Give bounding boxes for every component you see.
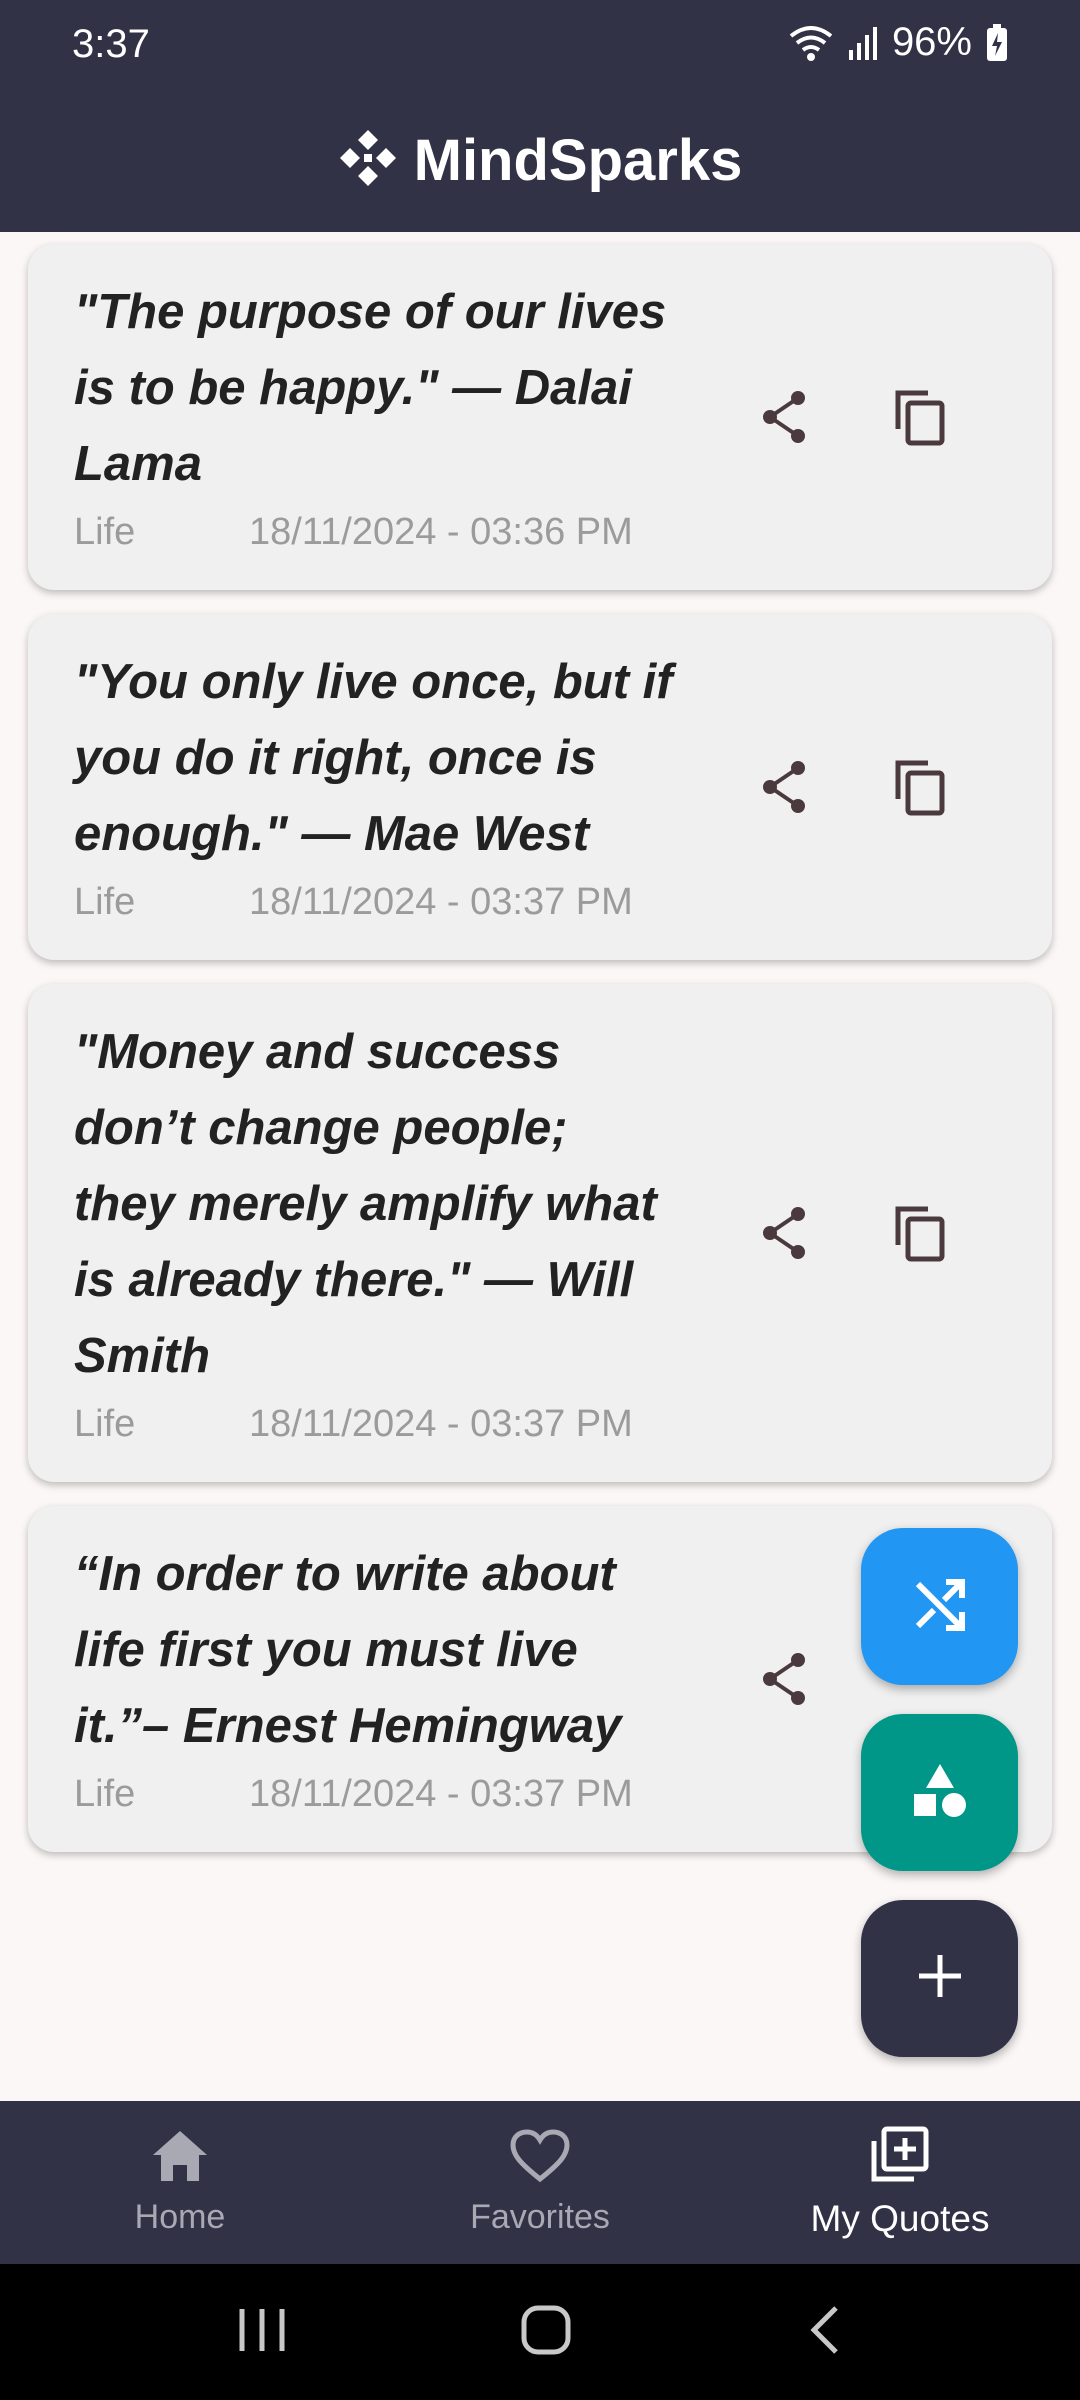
app-title: MindSparks (413, 127, 743, 193)
add-quote-button[interactable] (861, 1900, 1018, 2057)
nav-home[interactable]: Home (0, 2101, 360, 2264)
status-time: 3:37 (72, 22, 150, 66)
category-button[interactable] (861, 1714, 1018, 1871)
quote-timestamp: 18/11/2024 - 03:37 PM (249, 1773, 633, 1815)
quote-category: Life (74, 1403, 136, 1445)
system-nav-bar (0, 2264, 1080, 2400)
share-icon[interactable] (752, 1201, 816, 1265)
quote-card[interactable]: "Money and success don’t change people; … (28, 984, 1052, 1482)
quote-card[interactable]: "You only live once, but if you do it ri… (28, 614, 1052, 960)
quote-meta: Life 18/11/2024 - 03:37 PM (74, 1396, 1052, 1452)
nav-my-quotes[interactable]: My Quotes (720, 2101, 1080, 2264)
copy-icon[interactable] (888, 1201, 952, 1265)
quote-text: “In order to write about life first you … (74, 1547, 622, 1753)
status-icons: 96% (788, 20, 1008, 65)
home-button-icon[interactable] (520, 2304, 572, 2361)
copy-icon[interactable] (888, 385, 952, 449)
signal-icon (848, 26, 878, 60)
shapes-icon (910, 1760, 970, 1825)
nav-favorites-label: Favorites (470, 2197, 610, 2236)
app-bar: MindSparks (0, 88, 1080, 232)
status-bar: 3:37 96% (0, 0, 1080, 88)
share-icon[interactable] (752, 385, 816, 449)
share-icon[interactable] (752, 1647, 816, 1711)
add-box-icon (870, 2125, 930, 2192)
quote-text: "The purpose of our lives is to be happy… (74, 285, 667, 491)
quote-category: Life (74, 1773, 136, 1815)
quote-actions (752, 1201, 952, 1265)
nav-home-label: Home (134, 2197, 226, 2236)
quote-category: Life (74, 881, 136, 923)
bottom-nav: Home Favorites My Quotes (0, 2101, 1080, 2264)
plus-icon (915, 1951, 965, 2006)
recents-icon[interactable] (236, 2305, 288, 2360)
copy-icon[interactable] (888, 755, 952, 819)
quote-timestamp: 18/11/2024 - 03:36 PM (249, 511, 633, 553)
battery-charging-icon (986, 23, 1008, 62)
quote-meta: Life 18/11/2024 - 03:36 PM (74, 504, 1052, 560)
home-icon (151, 2129, 209, 2192)
nav-my-quotes-label: My Quotes (810, 2198, 990, 2239)
diamond-move-icon (338, 128, 398, 193)
quote-actions (752, 755, 952, 819)
quote-timestamp: 18/11/2024 - 03:37 PM (249, 1403, 633, 1445)
nav-favorites[interactable]: Favorites (360, 2101, 720, 2264)
quote-meta: Life 18/11/2024 - 03:37 PM (74, 874, 1052, 930)
wifi-icon (788, 24, 834, 62)
quote-actions (752, 385, 952, 449)
heart-icon (510, 2128, 570, 2192)
shuffle-icon (910, 1574, 970, 1639)
share-icon[interactable] (752, 755, 816, 819)
quote-card[interactable]: "The purpose of our lives is to be happy… (28, 244, 1052, 590)
quote-category: Life (74, 511, 136, 553)
battery-percent: 96% (891, 20, 972, 64)
back-icon[interactable] (804, 2304, 844, 2361)
quote-text: "Money and success don’t change people; … (74, 1025, 657, 1383)
shuffle-button[interactable] (861, 1528, 1018, 1685)
quote-timestamp: 18/11/2024 - 03:37 PM (249, 881, 633, 923)
quote-text: "You only live once, but if you do it ri… (74, 655, 673, 861)
